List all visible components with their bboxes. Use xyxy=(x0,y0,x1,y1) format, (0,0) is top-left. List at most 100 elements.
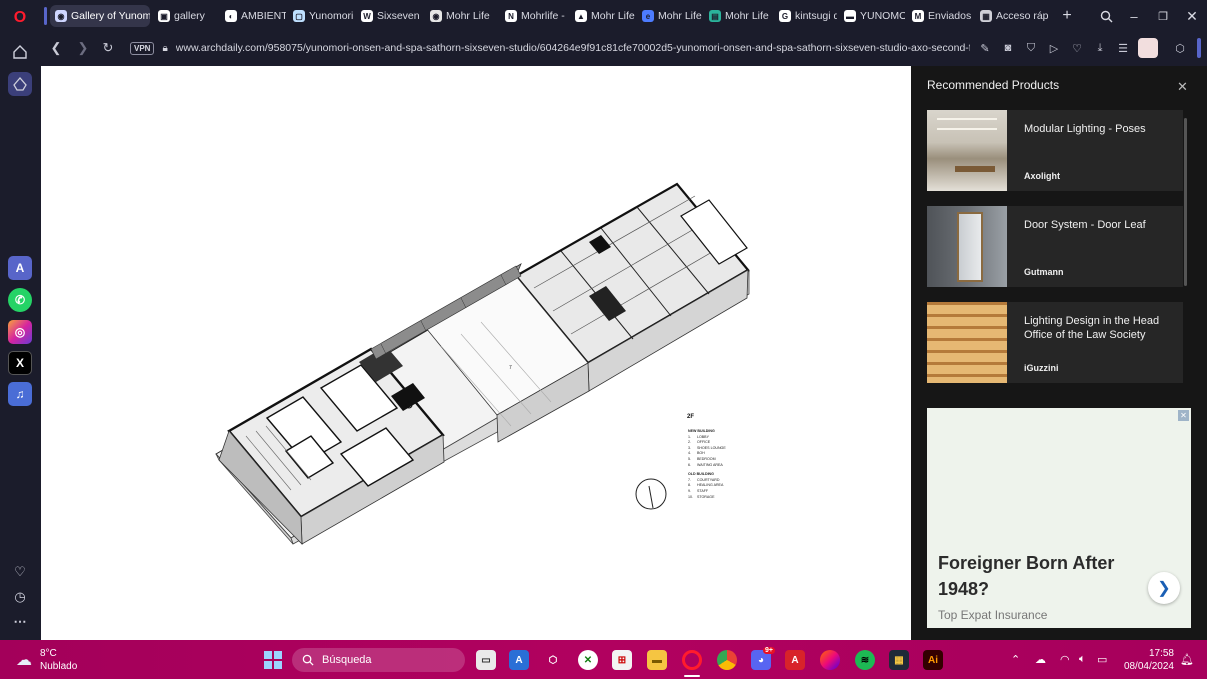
image-viewer: 7 2F NEW BUILDING 1. LOBBY 2. OFFICE 3. SH… xyxy=(41,66,911,640)
ad-close-icon[interactable]: ✕ xyxy=(1178,410,1189,421)
product-brand[interactable]: iGuzzini xyxy=(1024,363,1059,373)
mohrlife-icon: N xyxy=(505,10,517,22)
product-title[interactable]: Lighting Design in the Head Office of th… xyxy=(1024,314,1173,342)
tab-8[interactable]: ▲ Mohr Life. xyxy=(570,5,635,27)
file-explorer-icon[interactable]: ▬ xyxy=(647,650,667,670)
profile-avatar[interactable] xyxy=(1138,38,1158,58)
edit-icon[interactable]: ✎ xyxy=(977,40,993,56)
product-card[interactable]: Modular Lighting - Poses Axolight xyxy=(927,110,1183,191)
cube-app-icon[interactable]: ⬡ xyxy=(543,650,563,670)
tab-2[interactable]: ▣ gallery xyxy=(153,5,217,27)
product-image-library[interactable] xyxy=(927,302,1007,383)
new-tab-icon[interactable]: + xyxy=(1057,6,1077,26)
forward-icon[interactable]: ❯ xyxy=(73,38,93,58)
url-text[interactable]: www.archdaily.com/958075/yunomori-onsen-… xyxy=(176,42,970,54)
tab-13[interactable]: M Enviados xyxy=(907,5,973,27)
more-icon[interactable]: ⋯ xyxy=(8,610,32,634)
axonometric-floor-plan: 7 xyxy=(215,182,750,546)
clock-time[interactable]: 17:58 xyxy=(1126,648,1174,659)
spotify-icon[interactable]: ≋ xyxy=(855,650,875,670)
minimize-icon[interactable]: – xyxy=(1124,6,1144,26)
autocad-icon[interactable]: A xyxy=(785,650,805,670)
ad-next-icon[interactable]: ❯ xyxy=(1148,572,1180,604)
shield-icon[interactable]: ⛉ xyxy=(1023,40,1039,56)
easy-setup-icon[interactable]: ☰ xyxy=(1115,40,1131,56)
x-twitter-icon[interactable]: X xyxy=(8,351,32,375)
battery-icon[interactable]: ▭ xyxy=(1097,653,1107,666)
archicad-icon[interactable]: ▦ xyxy=(889,650,909,670)
panel-scrollbar[interactable] xyxy=(1184,118,1187,286)
colorful-app-icon[interactable] xyxy=(820,650,840,670)
tab-7[interactable]: N Mohrlife - xyxy=(500,5,568,27)
product-card[interactable]: Door System - Door Leaf Gutmann xyxy=(927,206,1183,287)
opera-taskbar-icon[interactable] xyxy=(682,650,702,670)
instagram-icon[interactable]: ◎ xyxy=(8,320,32,344)
illustrator-icon[interactable]: Ai xyxy=(923,650,943,670)
reload-icon[interactable]: ↻ xyxy=(98,38,118,58)
vpn-badge[interactable]: VPN xyxy=(130,41,155,55)
aria-taskbar-icon[interactable]: A xyxy=(509,650,529,670)
search-placeholder[interactable]: Búsqueda xyxy=(322,654,372,666)
chevron-up-icon[interactable]: ⌃ xyxy=(1011,653,1020,666)
tab-10[interactable]: ▤ Mohr Life xyxy=(704,5,772,27)
product-brand[interactable]: Axolight xyxy=(1024,171,1060,181)
back-icon[interactable]: ❮ xyxy=(46,38,66,58)
windows-start-icon[interactable] xyxy=(263,650,283,670)
cloud-weather-icon[interactable]: ☁ xyxy=(16,650,32,670)
url-field[interactable]: VPN 🔒︎ www.archdaily.com/958075/yunomori… xyxy=(130,37,970,59)
taskbar-search[interactable]: Búsqueda xyxy=(292,648,465,672)
product-image-lighting[interactable] xyxy=(927,110,1007,191)
ad-sponsor[interactable]: Top Expat Insurance xyxy=(938,608,1047,622)
extensions-cube-icon[interactable]: ⬡ xyxy=(1172,40,1188,56)
tab-12[interactable]: ▬ YUNOMO xyxy=(839,5,905,27)
close-window-icon[interactable]: ✕ xyxy=(1182,6,1202,26)
whatsapp-icon[interactable]: ✆ xyxy=(8,288,32,312)
tab-9[interactable]: e Mohr Life xyxy=(637,5,702,27)
restore-icon[interactable]: ❐ xyxy=(1153,6,1173,26)
legend-item: 6. WAITING AREA xyxy=(688,462,723,467)
product-image-door[interactable] xyxy=(927,206,1007,287)
search-tabs-icon[interactable] xyxy=(1096,6,1116,26)
tab-6[interactable]: ◉ Mohr Life xyxy=(425,5,497,27)
download-icon[interactable]: ⤓ xyxy=(1092,40,1108,56)
tab-14[interactable]: ▦ Acceso ráp xyxy=(975,5,1053,27)
volume-icon[interactable]: 🔈︎ xyxy=(1079,653,1086,666)
opera-menu-icon[interactable]: O xyxy=(8,6,32,30)
home-icon[interactable] xyxy=(8,40,32,64)
product-title[interactable]: Door System - Door Leaf xyxy=(1024,218,1173,232)
heart-icon[interactable]: ♡ xyxy=(8,560,32,584)
clock-date[interactable]: 08/04/2024 xyxy=(1122,661,1174,672)
xbox-icon[interactable]: ✕ xyxy=(578,650,598,670)
tab-4[interactable]: ▢ Yunomori xyxy=(288,5,354,27)
camera-icon[interactable]: ◙ xyxy=(1000,40,1016,56)
tab-5[interactable]: W Sixseven S xyxy=(356,5,422,27)
onedrive-icon[interactable]: ☁ xyxy=(1035,653,1046,666)
tab-11[interactable]: Gkintsugi d xyxy=(774,5,837,27)
close-panel-icon[interactable]: ✕ xyxy=(1177,79,1188,95)
advertisement[interactable]: ✕ Foreigner Born After 1948? Top Expat I… xyxy=(927,408,1191,628)
notification-bell-icon[interactable]: 🔔︎ xyxy=(1180,653,1194,666)
windows-taskbar: ☁ 8°C Nublado Búsqueda ▭ A ⬡ ✕ ⊞ ▬ ◕ 9+ … xyxy=(0,640,1207,679)
product-title[interactable]: Modular Lighting - Poses xyxy=(1024,122,1173,136)
archdaily-icon: ◉ xyxy=(55,10,67,22)
tab-1[interactable]: ◉ Gallery of Yunomo xyxy=(50,5,150,27)
music-player-icon[interactable]: ♫ xyxy=(8,382,32,406)
floor-label: 2F xyxy=(687,414,695,420)
chrome-icon[interactable] xyxy=(717,650,737,670)
product-card[interactable]: Lighting Design in the Head Office of th… xyxy=(927,302,1183,383)
play-icon[interactable]: ▷ xyxy=(1046,40,1062,56)
weather-desc[interactable]: Nublado xyxy=(40,661,77,672)
legend-old-list: 7. COURTYARD 8. HEALING AREA 9. STAFF 10. S… xyxy=(688,478,726,500)
weather-temp[interactable]: 8°C xyxy=(40,648,57,659)
wifi-icon[interactable]: ◠ xyxy=(1060,653,1070,666)
aria-app-icon[interactable]: A xyxy=(8,256,32,280)
ad-headline[interactable]: Foreigner Born After 1948? xyxy=(938,550,1128,602)
pinboard-icon[interactable] xyxy=(8,72,32,96)
favorite-heart-icon[interactable]: ♡ xyxy=(1069,40,1085,56)
product-brand[interactable]: Gutmann xyxy=(1024,267,1064,277)
store-icon[interactable]: ⊞ xyxy=(612,650,632,670)
tab-3[interactable]: ◐ AMBIENTE xyxy=(220,5,286,27)
task-view-icon[interactable]: ▭ xyxy=(476,650,496,670)
history-icon[interactable]: ◷ xyxy=(8,585,32,609)
sidebar-toggle[interactable] xyxy=(1197,38,1201,58)
